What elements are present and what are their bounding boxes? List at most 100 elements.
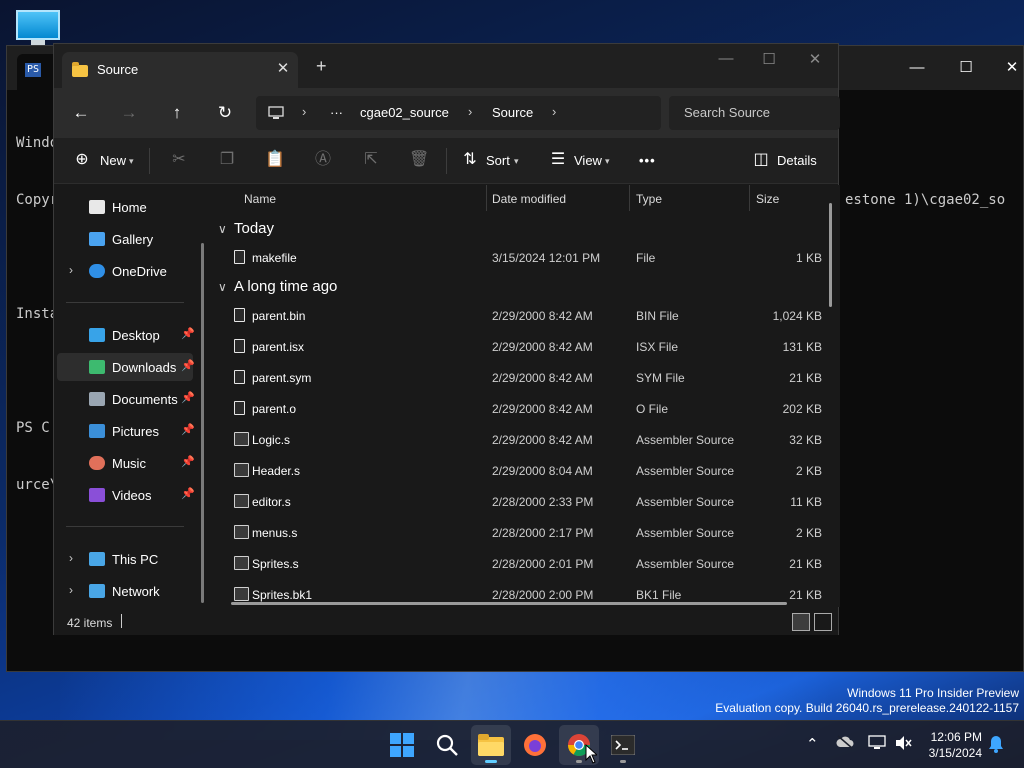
file-row[interactable]: parent.sym 2/29/2000 8:42 AM SYM File 21 KB [212, 363, 832, 393]
column-divider[interactable] [629, 185, 630, 211]
file-row[interactable]: Header.s 2/29/2000 8:04 AM Assembler Sourc… [212, 456, 832, 486]
sidebar-item-desktop[interactable]: Desktop 📌 [57, 321, 195, 349]
group-header-today[interactable]: ∨ Today [218, 220, 274, 237]
close-button[interactable]: ✕ [1002, 58, 1022, 78]
sidebar-item-label: Home [112, 200, 147, 215]
cloud-offline-icon[interactable] [836, 735, 854, 749]
column-header-date[interactable]: Date modified [492, 192, 566, 206]
share-icon[interactable]: ⇱ [361, 150, 381, 170]
file-row[interactable]: menus.s 2/28/2000 2:17 PM Assembler Source… [212, 518, 832, 548]
minimize-button[interactable]: — [907, 58, 927, 78]
explorer-tabbar: Source ✕ + — ☐ ✕ [54, 44, 838, 88]
sidebar-item-label: OneDrive [112, 264, 167, 279]
group-header-older[interactable]: ∨ A long time ago [218, 278, 337, 295]
chevron-right-icon[interactable]: › [69, 551, 73, 565]
file-row[interactable]: parent.bin 2/29/2000 8:42 AM BIN File 1,024… [212, 301, 832, 331]
sidebar-item-downloads[interactable]: Downloads 📌 [57, 353, 195, 381]
sidebar-item-music[interactable]: Music 📌 [57, 449, 195, 477]
gallery-icon [89, 232, 105, 246]
firefox-taskbar-button[interactable] [515, 725, 555, 765]
file-row[interactable]: editor.s 2/28/2000 2:33 PM Assembler Sourc… [212, 487, 832, 517]
close-button[interactable]: ✕ [805, 50, 825, 68]
sidebar-scrollbar[interactable] [201, 243, 204, 603]
search-input[interactable]: Search Source [669, 96, 840, 130]
details-button[interactable]: Details [777, 150, 817, 172]
breadcrumb-item[interactable]: cgae02_source [360, 105, 449, 120]
desktop-computer-icon[interactable] [16, 10, 60, 46]
sort-button[interactable]: Sort [486, 150, 510, 172]
minimize-button[interactable]: — [716, 50, 736, 67]
sidebar-item-pictures[interactable]: Pictures 📌 [57, 417, 195, 445]
file-date: 2/29/2000 8:04 AM [492, 464, 593, 478]
file-type: Assembler Source [636, 495, 735, 509]
column-header-type[interactable]: Type [636, 192, 662, 206]
notification-bell-icon[interactable] [988, 735, 1004, 753]
delete-icon[interactable]: 🗑 [409, 150, 429, 170]
sidebar-item-videos[interactable]: Videos 📌 [57, 481, 195, 509]
chevron-right-icon[interactable]: › [69, 583, 73, 597]
file-icon [234, 339, 245, 353]
sidebar-item-gallery[interactable]: Gallery [57, 225, 193, 253]
sidebar-item-home[interactable]: Home [57, 193, 193, 221]
sidebar-item-documents[interactable]: Documents 📌 [57, 385, 195, 413]
new-tab-button[interactable]: + [316, 56, 327, 77]
chevron-right-icon[interactable]: › [69, 263, 73, 277]
maximize-button[interactable]: ☐ [956, 58, 976, 78]
pin-icon: 📌 [181, 456, 195, 468]
cut-icon[interactable]: ✂ [169, 150, 189, 170]
view-button[interactable]: View [574, 150, 602, 172]
terminal-line: Insta [16, 306, 59, 322]
copy-icon[interactable]: ❐ [217, 150, 237, 170]
back-button[interactable]: ← [70, 102, 92, 124]
file-name: editor.s [252, 495, 291, 509]
file-date: 2/28/2000 2:33 PM [492, 495, 594, 509]
more-options-button[interactable]: ••• [639, 150, 656, 172]
terminal-taskbar-button[interactable] [603, 725, 643, 765]
file-row[interactable]: parent.isx 2/29/2000 8:42 AM ISX File 131 K… [212, 332, 832, 362]
maximize-button[interactable]: ☐ [759, 50, 779, 68]
up-button[interactable]: ↑ [166, 102, 188, 124]
explorer-tab[interactable]: Source ✕ [62, 52, 298, 88]
file-row[interactable]: makefile 3/15/2024 12:01 PM File 1 KB [212, 243, 832, 273]
paste-icon[interactable]: 📋 [265, 150, 285, 170]
breadcrumb[interactable]: › ··· cgae02_source › Source › [256, 96, 661, 130]
breadcrumb-item[interactable]: Source [492, 105, 533, 120]
refresh-button[interactable]: ↻ [214, 102, 236, 124]
system-clock[interactable]: 12:06 PM 3/15/2024 [916, 729, 982, 761]
column-divider[interactable] [486, 185, 487, 211]
tiles-view-button[interactable] [814, 613, 832, 631]
sidebar-item-this-pc[interactable]: › This PC [57, 545, 193, 573]
mouse-pointer-icon [585, 744, 597, 764]
command-bar: ⊕ New ▾ ✂ ❐ 📋 Ⓐ ⇱ 🗑 ⇅ Sort ▾ ☰ View ▾ ••… [54, 138, 838, 184]
chevron-up-icon[interactable]: ⌃ [806, 735, 819, 753]
file-type: Assembler Source [636, 526, 735, 540]
documents-icon [89, 392, 105, 406]
file-name: parent.isx [252, 340, 305, 354]
new-button[interactable]: New [100, 150, 126, 172]
file-row[interactable]: parent.o 2/29/2000 8:42 AM O File 202 KB [212, 394, 832, 424]
breadcrumb-overflow[interactable]: ··· [330, 105, 343, 120]
search-placeholder: Search Source [684, 105, 770, 120]
search-button[interactable] [427, 725, 467, 765]
file-row[interactable]: Logic.s 2/29/2000 8:42 AM Assembler Source… [212, 425, 832, 455]
item-count: 42 items [67, 616, 113, 630]
forward-button[interactable]: → [118, 102, 140, 124]
terminal-output[interactable]: Windo Copyr Insta PS C: urce\ [16, 96, 58, 533]
file-row[interactable]: Sprites.s 2/28/2000 2:01 PM Assembler Sour… [212, 549, 832, 579]
file-explorer-taskbar-button[interactable] [471, 725, 511, 765]
details-view-button[interactable] [792, 613, 810, 631]
file-icon [234, 250, 245, 264]
column-header-name[interactable]: Name [244, 192, 276, 206]
tab-close-button[interactable]: ✕ [274, 59, 292, 77]
status-bar: 42 items [54, 607, 838, 635]
column-header-size[interactable]: Size [756, 192, 779, 206]
sidebar-item-onedrive[interactable]: › OneDrive [57, 257, 193, 285]
sidebar-item-network[interactable]: › Network [57, 577, 193, 605]
volume-muted-icon[interactable] [894, 735, 912, 751]
start-button[interactable] [382, 725, 422, 765]
rename-icon[interactable]: Ⓐ [313, 150, 333, 170]
vertical-scrollbar[interactable] [829, 203, 832, 307]
column-divider[interactable] [749, 185, 750, 211]
network-icon[interactable] [868, 735, 886, 751]
horizontal-scrollbar[interactable] [231, 602, 787, 605]
